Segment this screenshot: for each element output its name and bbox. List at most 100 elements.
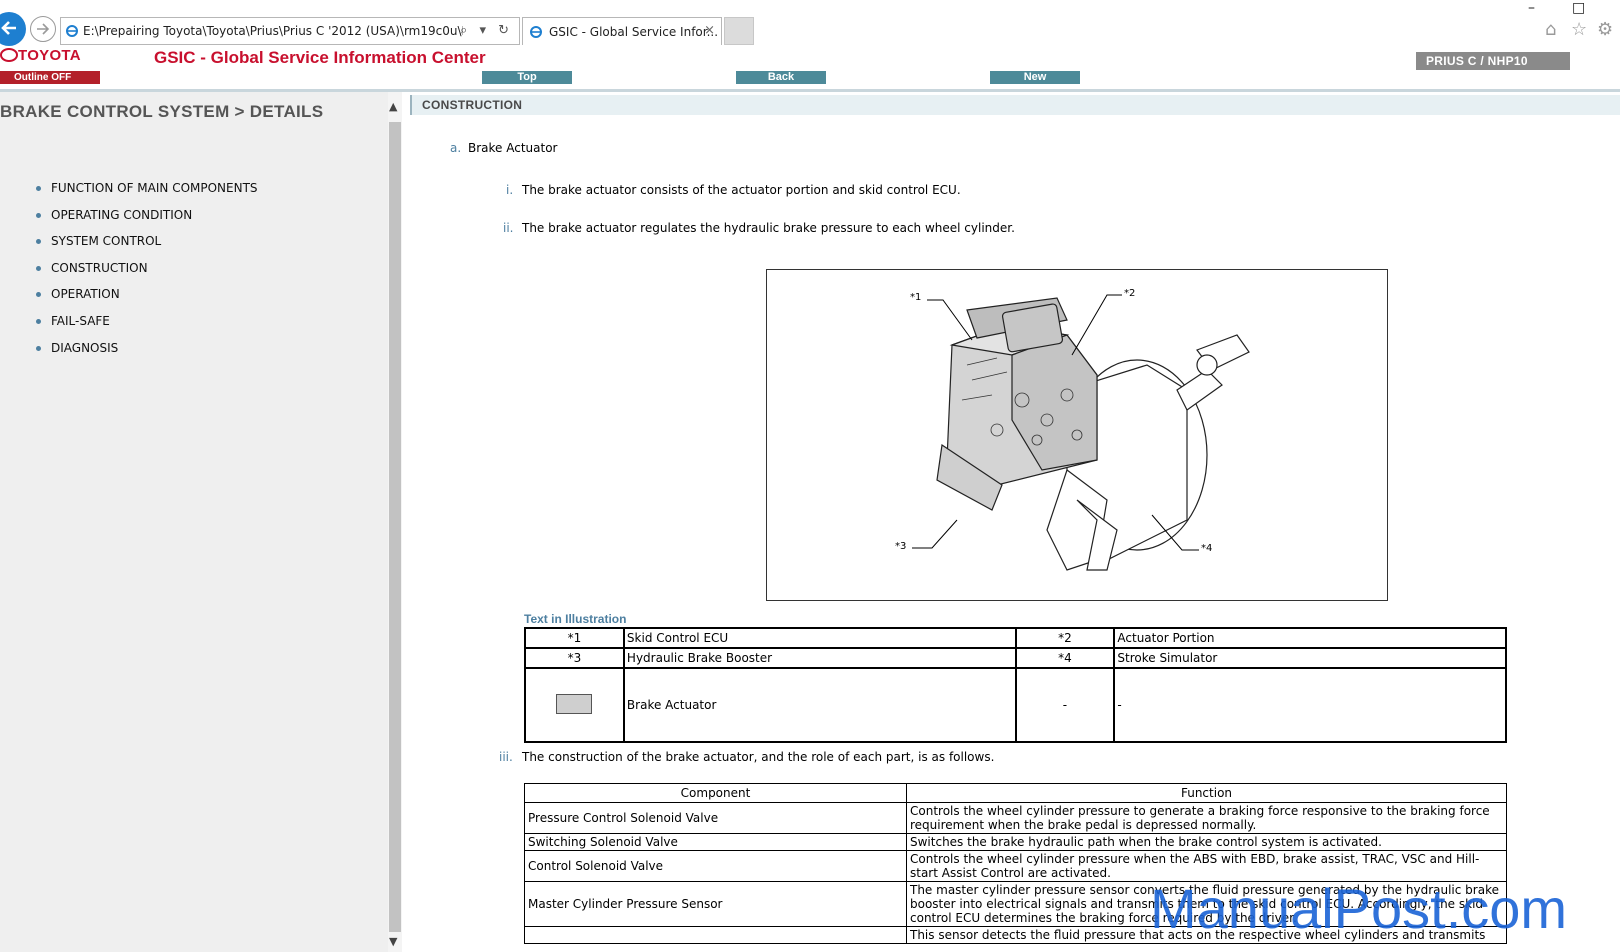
model-badge: PRIUS C / NHP10 — [1416, 52, 1570, 70]
top-button[interactable]: Top — [482, 71, 572, 84]
close-icon[interactable]: × — [704, 23, 715, 38]
table-header-row: Component Function — [524, 783, 1507, 803]
item-marker: i. — [506, 183, 514, 197]
sidebar-item-label[interactable]: SYSTEM CONTROL — [51, 234, 161, 248]
callout-1: *1 — [910, 292, 922, 303]
item-iii-text: The construction of the brake actuator, … — [522, 750, 995, 764]
item-iii: iii. The construction of the brake actuat… — [499, 750, 994, 764]
callout-4: *4 — [1201, 543, 1213, 554]
minimize-icon[interactable]: – — [1528, 0, 1535, 16]
bullet-icon — [36, 318, 41, 324]
gray-swatch-icon — [556, 693, 593, 714]
sidebar-scrollbar[interactable]: ▲ ▼ — [388, 92, 402, 952]
section-title: CONSTRUCTION — [422, 98, 523, 112]
ie-icon — [530, 26, 542, 38]
component-cell: Pressure Control Solenoid Valve — [524, 802, 907, 834]
legend-label: Actuator Portion — [1113, 627, 1507, 649]
legend-label: - — [1113, 667, 1507, 743]
browser-chrome: E:\Prepairing Toyota\Toyota\Prius\Prius … — [0, 0, 1620, 46]
sidebar-item-construction[interactable]: CONSTRUCTION — [36, 261, 258, 288]
component-cell — [524, 926, 907, 944]
app-header: TOYOTA Outline OFF GSIC - Global Service… — [0, 46, 1620, 90]
item-a-text: Brake Actuator — [468, 141, 558, 155]
bullet-icon — [36, 265, 41, 271]
sidebar-item-label[interactable]: OPERATION — [51, 287, 120, 301]
table-row: Brake Actuator - - — [524, 667, 1507, 743]
component-cell: Switching Solenoid Valve — [524, 833, 907, 851]
sidebar-item-operation[interactable]: OPERATION — [36, 287, 258, 314]
sidebar-item-label[interactable]: DIAGNOSIS — [51, 341, 118, 355]
item-marker: a. — [450, 141, 462, 155]
component-cell: Control Solenoid Valve — [524, 850, 907, 882]
sidebar-item-label[interactable]: CONSTRUCTION — [51, 261, 148, 275]
item-ii-text: The brake actuator regulates the hydraul… — [522, 221, 1015, 235]
table-row: *1 Skid Control ECU *2 Actuator Portion — [524, 627, 1507, 649]
legend-swatch-cell — [524, 667, 625, 743]
legend-label: Skid Control ECU — [622, 627, 1017, 649]
table-row: Switching Solenoid Valve Switches the br… — [524, 833, 1507, 851]
tab-title: GSIC - Global Service Infor... — [549, 25, 719, 39]
address-actions-icon[interactable]: ⌕ ▾ ↻ — [460, 23, 513, 38]
brake-actuator-illustration: *1 *2 *3 *4 — [766, 269, 1388, 601]
legend-label: Brake Actuator — [622, 667, 1017, 743]
section-header: CONSTRUCTION — [410, 95, 1620, 115]
sidebar-title: BRAKE CONTROL SYSTEM > DETAILS — [0, 102, 324, 121]
item-marker: iii. — [499, 750, 513, 764]
new-button[interactable]: New — [990, 71, 1080, 84]
brand-name: TOYOTA — [18, 47, 81, 64]
column-header-component: Component — [524, 783, 907, 803]
legend-number: - — [1014, 667, 1116, 743]
legend-number: *3 — [524, 647, 625, 669]
back-button[interactable]: Back — [736, 71, 826, 84]
main-content: CONSTRUCTION a. Brake Actuator i. The brak… — [410, 92, 1620, 952]
screen: { "browser": { "url": "E:\\Prepairing To… — [0, 0, 1620, 952]
star-icon[interactable]: ☆ — [1571, 19, 1587, 40]
sidebar-item-function-of-main-components[interactable]: FUNCTION OF MAIN COMPONENTS — [36, 181, 258, 208]
ie-icon — [66, 25, 78, 37]
maximize-icon[interactable]: □ — [1572, 0, 1585, 16]
home-icon[interactable]: ⌂ — [1545, 19, 1556, 40]
sidebar-item-operating-condition[interactable]: OPERATING CONDITION — [36, 208, 258, 235]
sidebar: BRAKE CONTROL SYSTEM > DETAILS FUNCTION … — [0, 92, 388, 952]
browser-tab[interactable]: GSIC - Global Service Infor... × — [522, 17, 722, 45]
legend-number: *4 — [1014, 647, 1116, 669]
sidebar-list: FUNCTION OF MAIN COMPONENTS OPERATING CO… — [36, 181, 258, 367]
bullet-icon — [36, 212, 41, 218]
gear-icon[interactable]: ⚙ — [1597, 19, 1613, 40]
sidebar-item-label[interactable]: FUNCTION OF MAIN COMPONENTS — [51, 181, 258, 195]
address-url[interactable]: E:\Prepairing Toyota\Toyota\Prius\Prius … — [83, 24, 463, 38]
forward-arrow-icon[interactable] — [30, 16, 56, 42]
bullet-icon — [36, 345, 41, 351]
sidebar-item-fail-safe[interactable]: FAIL-SAFE — [36, 314, 258, 341]
sidebar-item-label[interactable]: OPERATING CONDITION — [51, 208, 192, 222]
column-header-function: Function — [906, 783, 1507, 803]
scrollbar-thumb[interactable] — [389, 122, 401, 932]
scroll-up-icon[interactable]: ▲ — [389, 100, 397, 113]
sidebar-item-label[interactable]: FAIL-SAFE — [51, 314, 110, 328]
callout-3: *3 — [895, 541, 907, 552]
item-i: i. The brake actuator consists of the act… — [506, 183, 961, 197]
function-cell: Switches the brake hydraulic path when t… — [906, 833, 1507, 851]
table-row: *3 Hydraulic Brake Booster *4 Stroke Sim… — [524, 647, 1507, 669]
item-i-text: The brake actuator consists of the actua… — [522, 183, 961, 197]
address-bar[interactable]: E:\Prepairing Toyota\Toyota\Prius\Prius … — [60, 17, 520, 45]
bullet-icon — [36, 239, 41, 245]
table-row: Pressure Control Solenoid Valve Controls… — [524, 802, 1507, 834]
outline-toggle-button[interactable]: Outline OFF — [0, 71, 100, 84]
watermark: ManualPost.com — [1150, 877, 1568, 940]
function-cell: Controls the wheel cylinder pressure to … — [906, 802, 1507, 834]
bullet-icon — [36, 292, 41, 298]
item-a: a. Brake Actuator — [450, 141, 557, 155]
sidebar-item-system-control[interactable]: SYSTEM CONTROL — [36, 234, 258, 261]
brake-actuator-drawing — [912, 294, 1250, 571]
item-marker: ii. — [503, 221, 514, 235]
sidebar-item-diagnosis[interactable]: DIAGNOSIS — [36, 341, 258, 368]
back-arrow-icon[interactable] — [0, 12, 26, 46]
scroll-down-icon[interactable]: ▼ — [389, 935, 397, 948]
callout-2: *2 — [1124, 288, 1136, 299]
legend-label: Hydraulic Brake Booster — [622, 647, 1017, 669]
legend-number: *1 — [524, 627, 625, 649]
item-ii: ii. The brake actuator regulates the hydr… — [503, 221, 1015, 235]
legend-number: *2 — [1014, 627, 1116, 649]
new-tab-button[interactable] — [724, 17, 754, 45]
